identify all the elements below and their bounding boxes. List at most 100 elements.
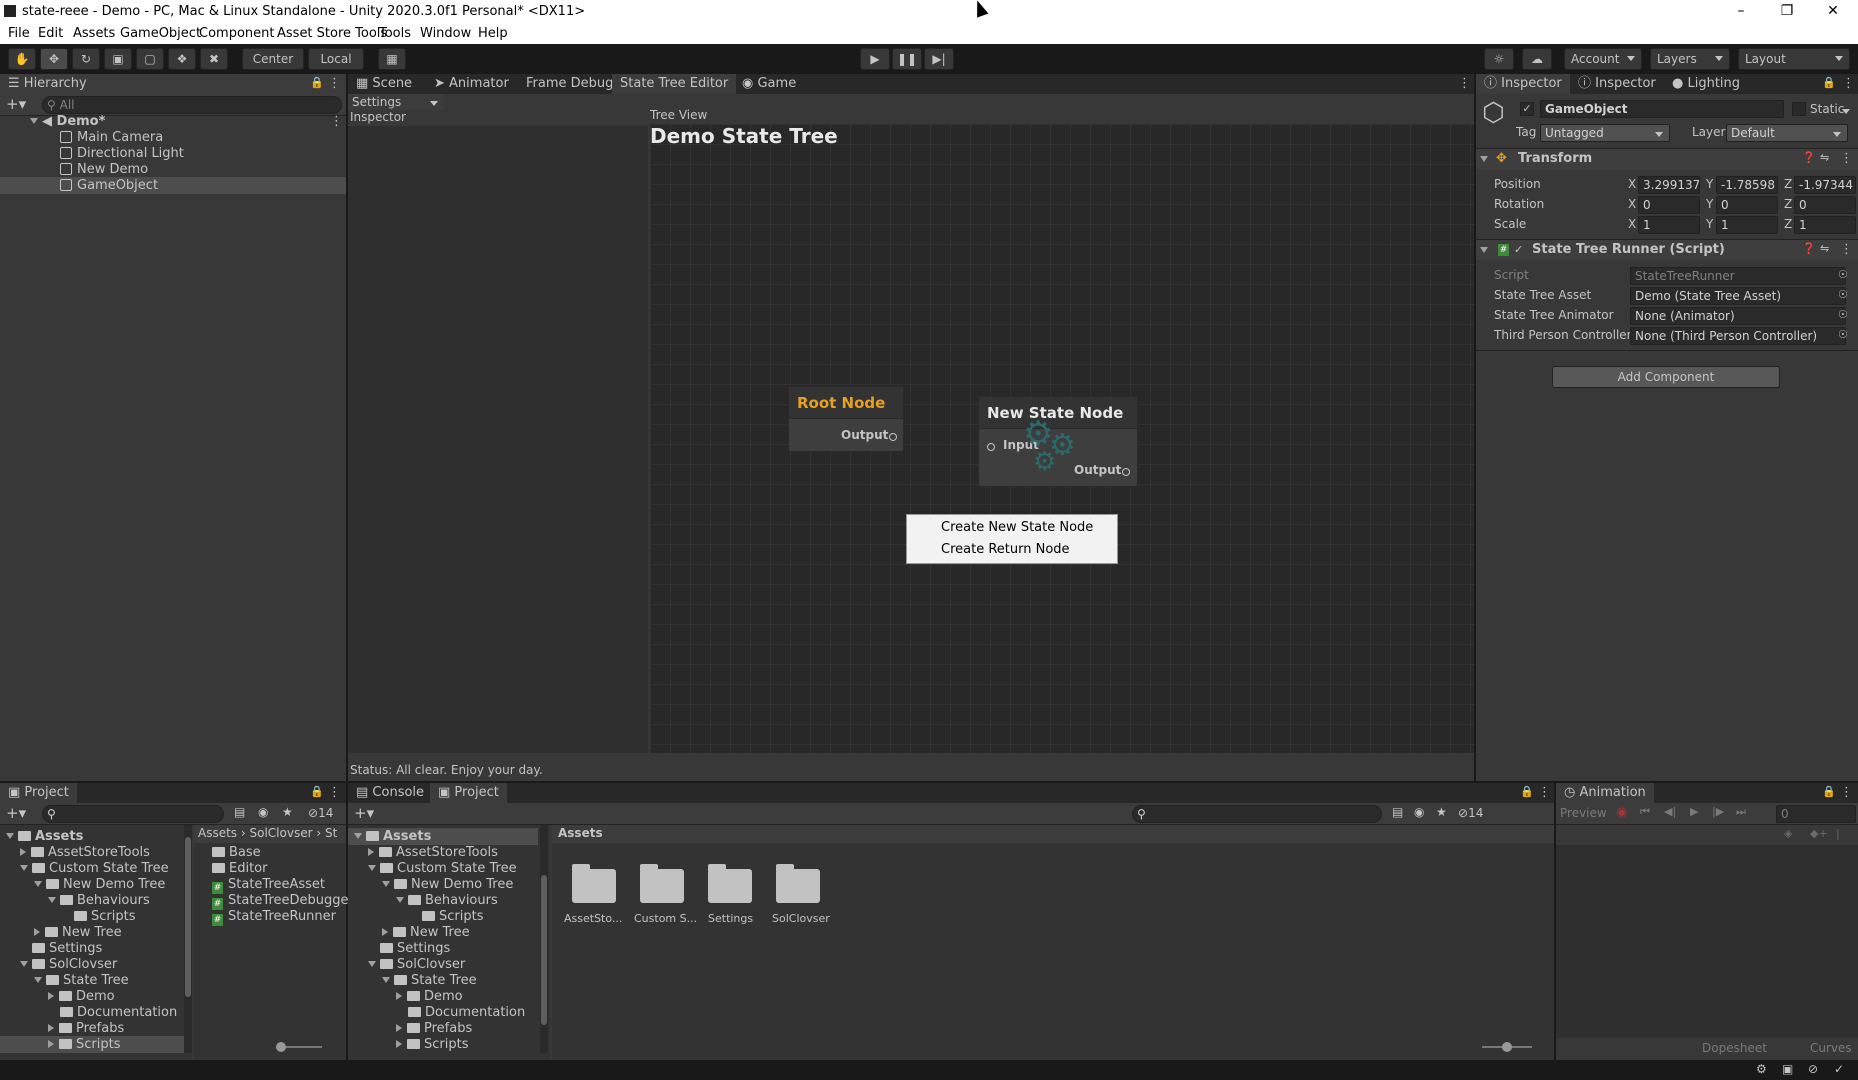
tree-item[interactable]: State Tree	[382, 973, 477, 989]
tree-item[interactable]: Demo	[396, 989, 463, 1005]
create-plus-icon[interactable]: +▾	[6, 95, 26, 113]
state-tree-animator-field[interactable]: None (Animator)	[1630, 307, 1846, 325]
layer-dropdown[interactable]: Default	[1726, 124, 1848, 142]
dopesheet-tab[interactable]: Dopesheet	[1702, 1041, 1767, 1055]
settings-dropdown[interactable]: Settings	[348, 94, 444, 110]
menu-item-create-return-node[interactable]: Create Return Node	[907, 539, 1117, 561]
runner-header[interactable]: # ✓ State Tree Runner (Script) ❓ ⇋ ⋮	[1476, 240, 1858, 260]
state-tree-asset-field[interactable]: Demo (State Tree Asset)	[1630, 287, 1846, 305]
pivot-local-button[interactable]: Local	[308, 48, 364, 70]
collab-status-icon[interactable]: ▣	[1782, 1062, 1793, 1076]
third-person-field[interactable]: None (Third Person Controller)	[1630, 327, 1846, 345]
tab-scene[interactable]: ▦ Scene	[348, 74, 420, 94]
scale-tool-icon[interactable]: ▣	[104, 48, 132, 70]
next-frame-icon[interactable]: |▶	[1712, 805, 1724, 818]
folder-label[interactable]: AssetSto...	[564, 912, 622, 925]
file-item[interactable]: Editor	[212, 861, 267, 877]
event-icon[interactable]: |	[1836, 827, 1840, 840]
play-icon[interactable]: ▶	[1690, 805, 1698, 818]
tree-item[interactable]: AssetStoreTools	[368, 845, 498, 861]
tab-lighting[interactable]: ● Lighting	[1664, 74, 1748, 94]
menu-window[interactable]: Window	[420, 26, 471, 41]
close-icon[interactable]: ✕	[1810, 0, 1856, 24]
preset-icon[interactable]: ⇋	[1820, 242, 1829, 255]
folder-label[interactable]: Settings	[708, 912, 753, 925]
transform-tool-icon[interactable]: ❖	[168, 48, 196, 70]
filter-type-icon[interactable]: ▤	[234, 805, 245, 819]
restore-icon[interactable]: ❐	[1764, 0, 1810, 24]
transform-header[interactable]: ✥ Transform ❓ ⇋ ⋮	[1476, 149, 1858, 169]
lock-icon[interactable]: 🔒	[310, 76, 324, 89]
hierarchy-item[interactable]: Directional Light	[60, 146, 184, 162]
filter-type-icon[interactable]: ▤	[1392, 805, 1403, 819]
record-icon[interactable]: ◉	[1616, 805, 1627, 820]
file-item[interactable]: # StateTreeAsset	[212, 877, 325, 894]
collapse-arrow-icon[interactable]	[1480, 247, 1488, 253]
scale-z-field[interactable]: 1	[1794, 216, 1856, 234]
position-x-field[interactable]: 3.299137	[1638, 176, 1700, 194]
menu-tools[interactable]: Tools	[379, 26, 411, 41]
custom-tool-icon[interactable]: ✖	[200, 48, 228, 70]
tree-item[interactable]: Scripts	[422, 909, 483, 925]
frame-field[interactable]: 0	[1776, 805, 1856, 823]
position-y-field[interactable]: -1.78598	[1716, 176, 1778, 194]
progress-ok-icon[interactable]: ✓	[1834, 1062, 1844, 1076]
scrollbar[interactable]	[184, 825, 192, 1053]
expand-arrow-icon[interactable]	[30, 118, 38, 124]
active-checkbox[interactable]: ✓	[1520, 102, 1534, 116]
tree-assets[interactable]: Assets	[354, 829, 431, 845]
tree-item[interactable]: Prefabs	[396, 1021, 472, 1037]
hand-tool-icon[interactable]: ✋	[8, 48, 36, 70]
tree-item[interactable]: Custom State Tree	[20, 861, 169, 877]
tree-item[interactable]: Custom State Tree	[368, 861, 517, 877]
lock-icon[interactable]: 🔒	[1822, 785, 1836, 798]
filter-label-icon[interactable]: ◉	[258, 805, 268, 819]
create-plus-icon[interactable]: +▾	[6, 804, 26, 822]
tree-item[interactable]: Documentation	[60, 1005, 177, 1021]
menu-assets[interactable]: Assets	[73, 26, 115, 41]
pause-button[interactable]: ❚❚	[892, 48, 922, 70]
layout-dropdown[interactable]: Layout	[1738, 48, 1850, 70]
tree-item[interactable]: Settings	[380, 941, 450, 957]
tab-animator[interactable]: ➤ Animator	[426, 74, 517, 94]
scale-y-field[interactable]: 1	[1716, 216, 1778, 234]
animation-timeline-area[interactable]	[1556, 845, 1858, 1038]
network-off-icon[interactable]: ⊘	[1808, 1062, 1818, 1076]
help-icon[interactable]: ❓	[1802, 242, 1816, 255]
output-port-icon[interactable]	[889, 430, 897, 445]
state-node[interactable]: New State Node Input ⚙ ⚙ ⚙ Output	[978, 396, 1138, 487]
tag-dropdown[interactable]: Untagged	[1540, 124, 1670, 142]
tree-item[interactable]: State Tree	[34, 973, 129, 989]
folder-icon[interactable]	[776, 864, 820, 903]
tab-state-tree-editor[interactable]: State Tree Editor	[612, 74, 737, 94]
tree-item[interactable]: New Tree	[34, 925, 122, 941]
tree-assets[interactable]: Assets	[6, 829, 83, 845]
curves-tab[interactable]: Curves	[1810, 1041, 1852, 1055]
more-icon[interactable]: ⋮	[328, 76, 341, 91]
menu-help[interactable]: Help	[478, 26, 508, 41]
play-button[interactable]: ▶	[860, 48, 890, 70]
tab-animation[interactable]: ◷ Animation	[1556, 783, 1654, 803]
create-plus-icon[interactable]: +▾	[354, 804, 374, 822]
root-node[interactable]: Root Node Output	[788, 386, 904, 452]
rotate-tool-icon[interactable]: ↻	[72, 48, 100, 70]
first-frame-icon[interactable]: ⏮	[1640, 805, 1650, 819]
debug-icon[interactable]: ⚙	[1756, 1062, 1767, 1076]
move-tool-icon[interactable]: ✥	[40, 48, 68, 70]
tab-hierarchy[interactable]: ☰ Hierarchy	[0, 74, 95, 94]
account-dropdown[interactable]: Account	[1564, 48, 1642, 70]
tree-item[interactable]: New Demo Tree	[382, 877, 513, 893]
tree-item[interactable]: Scripts	[396, 1037, 468, 1053]
object-picker-icon[interactable]: ☉	[1838, 288, 1848, 301]
hierarchy-item[interactable]: New Demo	[60, 162, 148, 178]
more-icon[interactable]: ⋮	[1538, 785, 1551, 800]
folder-icon[interactable]	[640, 864, 684, 903]
menu-file[interactable]: File	[8, 26, 30, 41]
menu-edit[interactable]: Edit	[38, 26, 63, 41]
cloud-icon[interactable]: ☁	[1522, 48, 1552, 70]
tab-project[interactable]: ▣ Project	[0, 783, 77, 803]
project-search-input[interactable]: ⚲	[42, 805, 224, 823]
more-icon[interactable]: ⋮	[1840, 151, 1853, 166]
folder-icon[interactable]	[708, 864, 752, 903]
menu-gameobject[interactable]: GameObject	[120, 26, 201, 41]
